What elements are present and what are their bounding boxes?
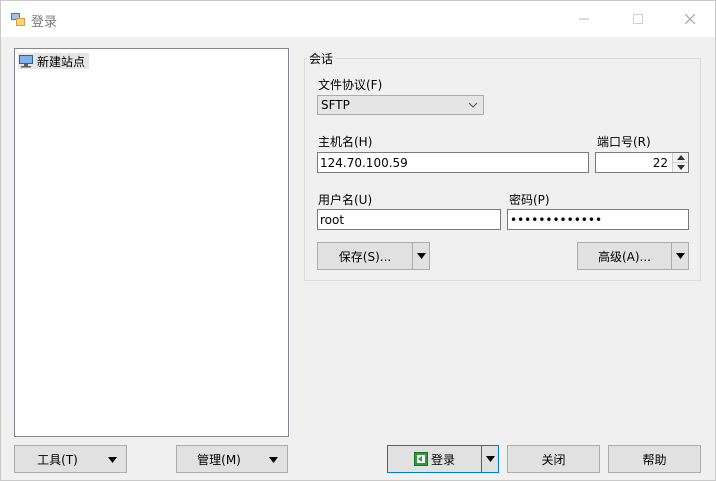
protocol-select[interactable]: SFTP xyxy=(317,95,484,115)
minimize-icon xyxy=(579,18,589,20)
protocol-value: SFTP xyxy=(321,98,350,112)
maximize-icon xyxy=(633,14,643,24)
winscp-icon xyxy=(11,13,25,26)
username-label: 用户名(U) xyxy=(318,193,373,207)
username-input[interactable]: root xyxy=(317,209,501,230)
close-button-label: 关闭 xyxy=(541,452,566,467)
login-button[interactable]: 登录 xyxy=(387,445,499,473)
computer-icon xyxy=(19,55,33,68)
host-label: 主机名(H) xyxy=(318,135,373,149)
site-tree[interactable]: 新建站点 xyxy=(14,48,289,437)
advanced-dropdown-arrow[interactable] xyxy=(671,243,688,269)
manage-button[interactable]: 管理(M) xyxy=(176,445,288,473)
chevron-down-icon xyxy=(468,102,478,108)
tools-button[interactable]: 工具(T) xyxy=(14,445,127,473)
advanced-button[interactable]: 高级(A)... xyxy=(577,242,689,270)
caret-down-icon xyxy=(108,457,117,463)
save-button[interactable]: 保存(S)... xyxy=(317,242,430,270)
host-input[interactable]: 124.70.100.59 xyxy=(317,152,589,173)
port-spin[interactable] xyxy=(672,153,688,172)
minimize-button[interactable] xyxy=(561,1,607,37)
save-button-label: 保存(S)... xyxy=(338,249,392,264)
save-dropdown-arrow[interactable] xyxy=(412,243,429,269)
password-label: 密码(P) xyxy=(509,193,550,207)
login-icon xyxy=(413,452,428,466)
port-stepper[interactable]: 22 xyxy=(595,152,689,173)
advanced-button-label: 高级(A)... xyxy=(597,249,652,264)
close-window-button[interactable] xyxy=(667,1,713,37)
caret-down-icon xyxy=(485,456,495,462)
caret-down-icon xyxy=(675,253,685,259)
site-item-label: 新建站点 xyxy=(37,54,86,69)
username-value: root xyxy=(320,212,345,227)
session-group-title: 会话 xyxy=(307,50,336,67)
login-button-label: 登录 xyxy=(430,452,455,467)
tools-button-label: 工具(T) xyxy=(37,452,78,467)
title-bar[interactable]: 登录 xyxy=(1,1,715,37)
host-value: 124.70.100.59 xyxy=(320,155,408,170)
manage-button-label: 管理(M) xyxy=(197,452,241,467)
password-value: ••••••••••••• xyxy=(510,212,603,227)
maximize-button[interactable] xyxy=(615,1,661,37)
port-label: 端口号(R) xyxy=(597,135,651,149)
login-dropdown-arrow[interactable] xyxy=(481,446,498,472)
spin-up-icon[interactable] xyxy=(673,153,688,163)
close-icon xyxy=(685,14,695,24)
spin-down-icon[interactable] xyxy=(673,163,688,173)
port-value: 22 xyxy=(652,155,668,170)
close-button[interactable]: 关闭 xyxy=(507,445,600,473)
caret-down-icon xyxy=(269,457,278,463)
site-item-new[interactable]: 新建站点 xyxy=(18,53,90,69)
protocol-label: 文件协议(F) xyxy=(318,78,383,92)
login-dialog: 登录 新建站点 会话 文件协议(F) SFTP 主机名(H) 124.70.10… xyxy=(0,0,716,481)
window-title: 登录 xyxy=(31,15,58,30)
password-input[interactable]: ••••••••••••• xyxy=(507,209,689,230)
help-button-label: 帮助 xyxy=(642,452,667,467)
caret-down-icon xyxy=(416,253,426,259)
help-button[interactable]: 帮助 xyxy=(608,445,701,473)
